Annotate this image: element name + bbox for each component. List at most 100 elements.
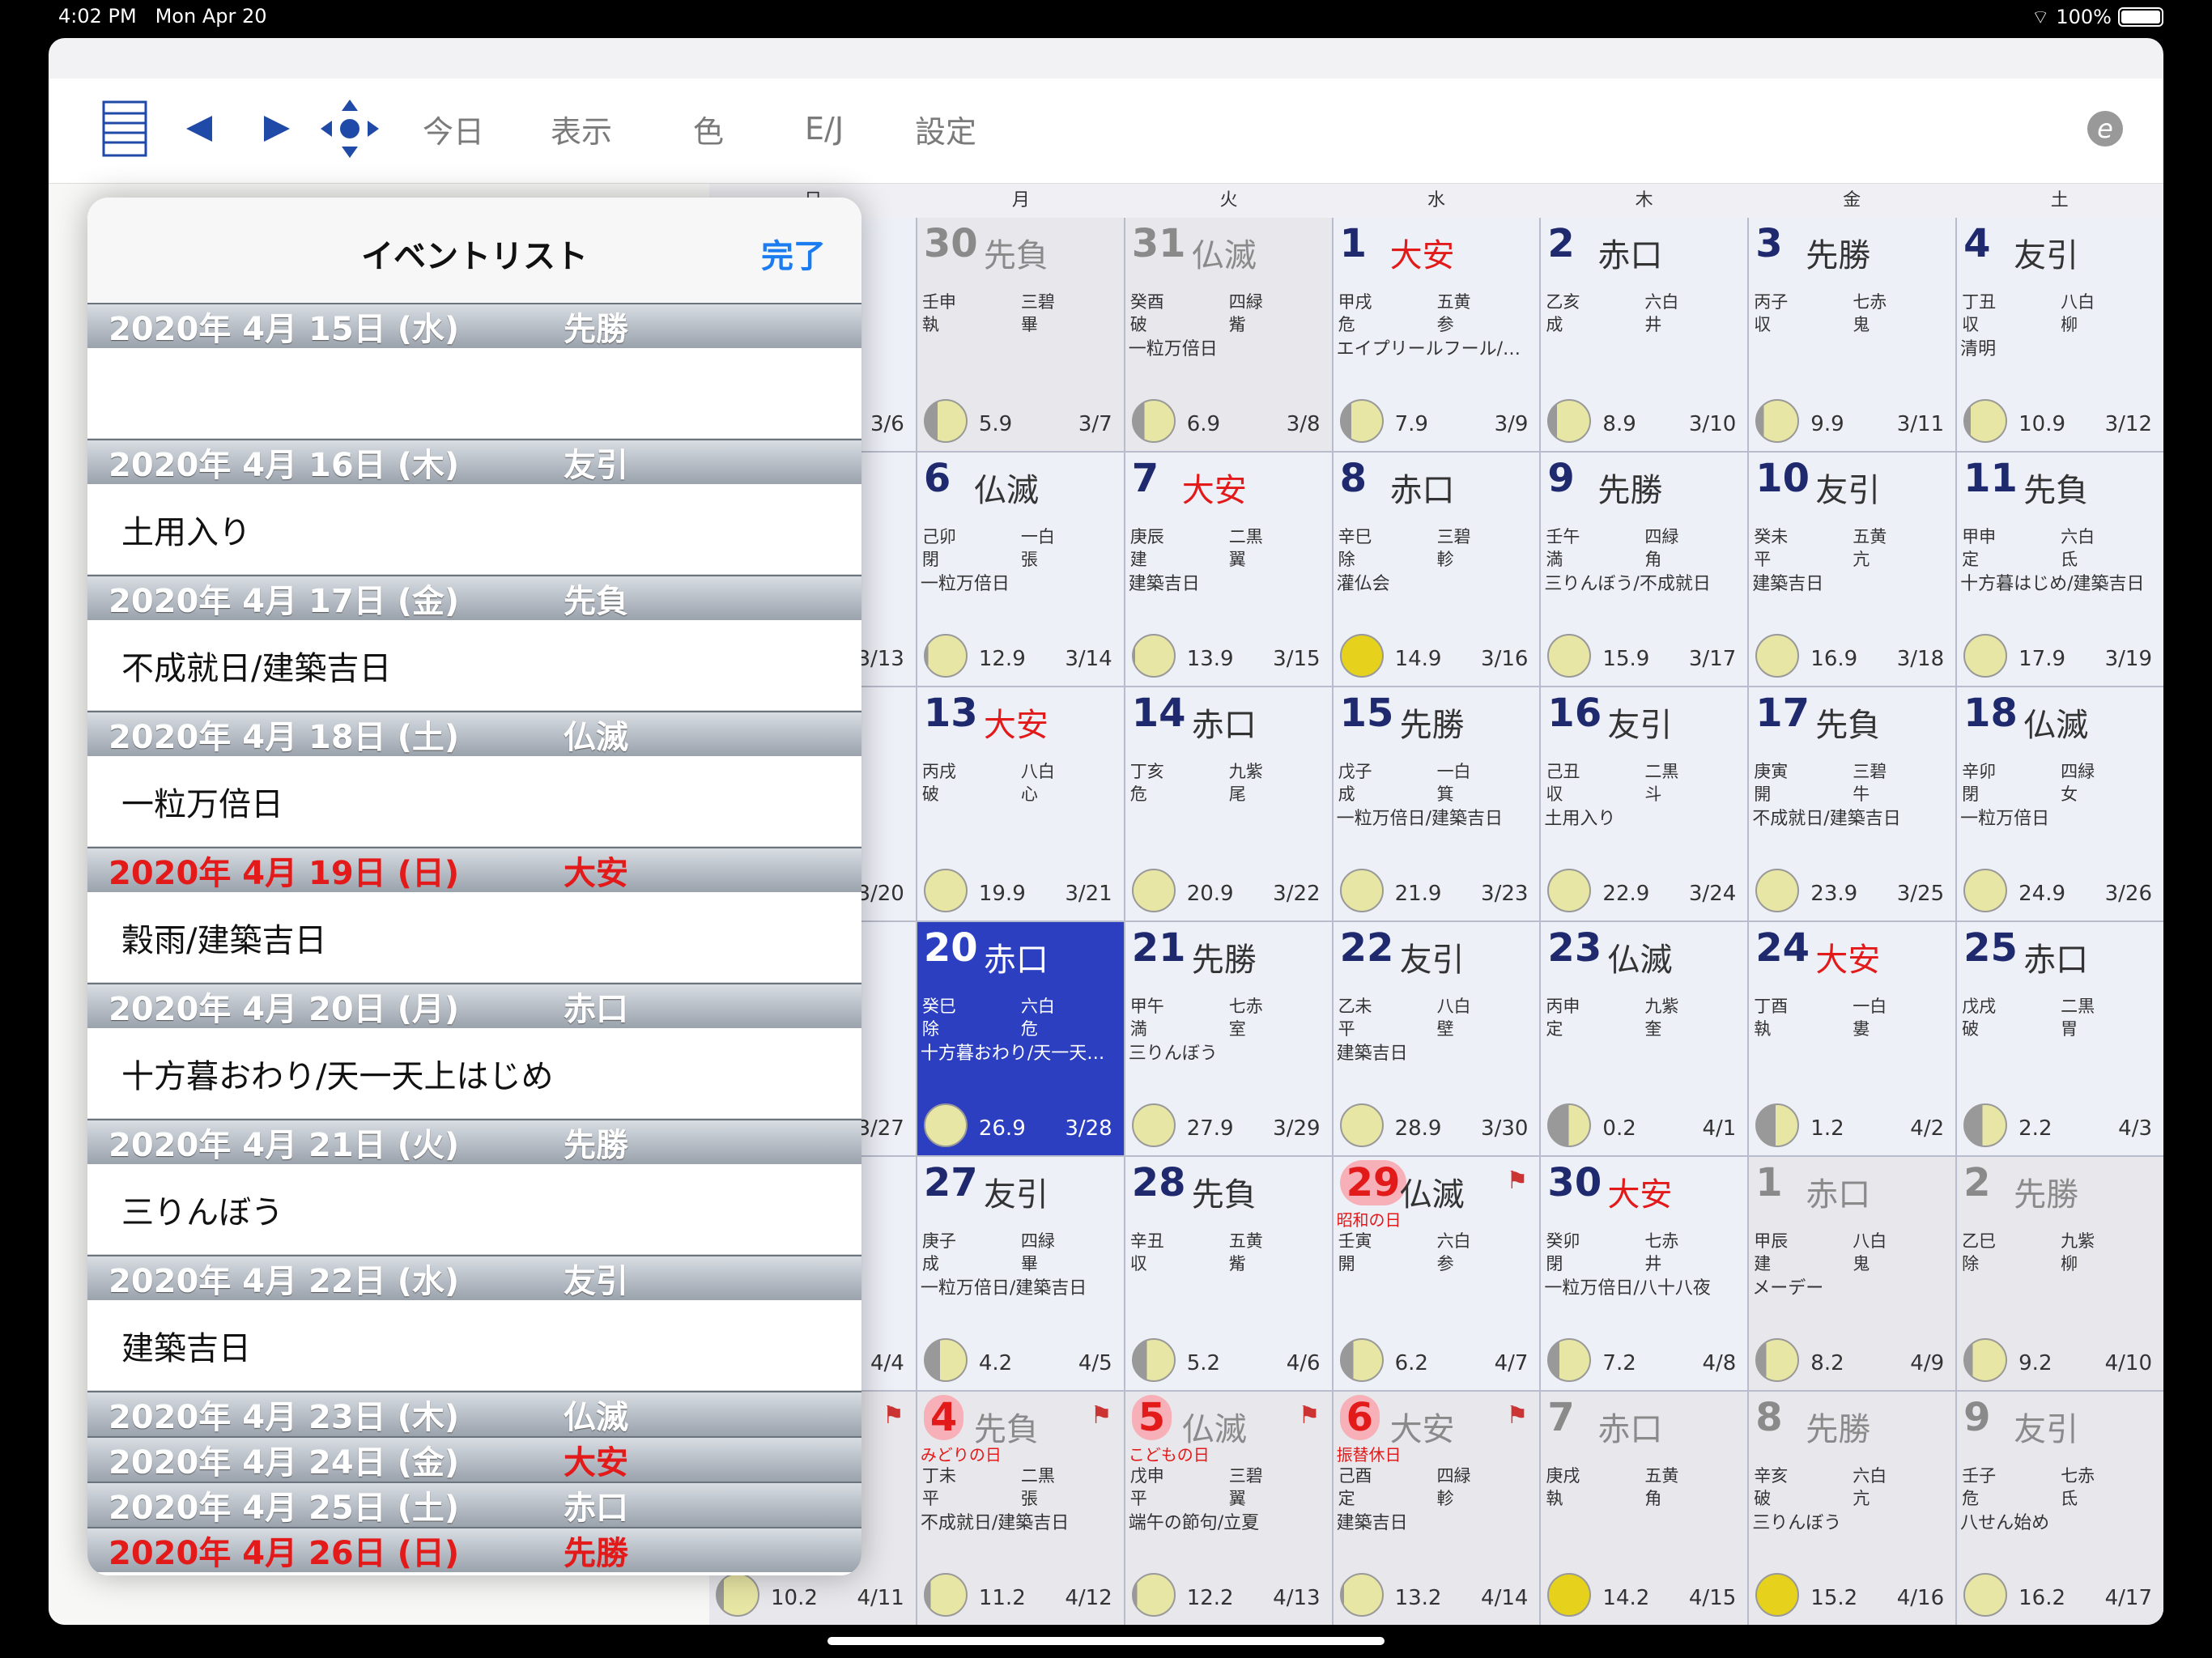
triangle-right-icon (264, 116, 290, 142)
calendar-day-cell[interactable]: 2 赤口 乙亥 六白成 井 8.9 3/10 (1541, 218, 1748, 451)
calendar-day-cell[interactable]: 23 仏滅 丙申 九紫定 奎 0.2 4/1 (1541, 922, 1748, 1155)
calendar-day-cell[interactable]: 21 先勝 甲午 七赤満 室三りんぼう 27.9 3/29 (1125, 922, 1332, 1155)
flag-icon: ⚑ (1298, 1401, 1321, 1430)
calendar-day-cell[interactable]: 1 赤口 甲辰 八白建 鬼メーデー 8.2 4/9 (1749, 1157, 1956, 1390)
calendar-day-cell[interactable]: 3 先勝 丙子 七赤収 鬼 9.9 3/11 (1749, 218, 1956, 451)
kanshi-label: 四緑 (1436, 1466, 1471, 1486)
calendar-day-cell[interactable]: 4 先負 みどりの日 ⚑ 丁未 二黒平張不成就日/建築吉日 11.2 4/12 (917, 1392, 1124, 1625)
calendar-day-cell[interactable]: 30 先負 壬申 三碧執 畢 5.9 3/7 (917, 218, 1124, 451)
header-date: 2020年 4月 17日 (金) (108, 583, 460, 620)
calendar-day-cell[interactable]: 6 仏滅 己卯 一白閉 張一粒万倍日 12.9 3/14 (917, 453, 1124, 686)
kanshi-label: 胃 (2061, 1019, 2078, 1039)
kanshi-label: 丙申 (1546, 997, 1580, 1016)
day-number: 2 (1547, 221, 1575, 266)
calendar-day-cell[interactable]: 17 先負 庚寅 三碧開 牛不成就日/建築吉日 23.9 3/25 (1749, 687, 1956, 920)
next-button[interactable] (261, 101, 293, 156)
calendar-day-cell[interactable]: 9 友引 壬子 七赤危 氐八せん始め 16.2 4/17 (1957, 1392, 2163, 1625)
day-number: 1 (1755, 1160, 1783, 1205)
calendar-day-cell[interactable]: 8 赤口 辛巳 三碧除 軫灌仏会 14.9 3/16 (1333, 453, 1540, 686)
status-right: ⌔ 100% (2031, 5, 2163, 29)
event-row[interactable]: 不成就日/建築吉日 (87, 620, 861, 711)
kanshi-label: 奎 (1644, 1019, 1662, 1039)
moon-phase-icon (1339, 1103, 1384, 1147)
flag-icon: ⚑ (1090, 1401, 1112, 1430)
kanshi-label: 建 (1129, 550, 1147, 569)
kanshi-label: 参 (1436, 315, 1454, 334)
calendar-day-cell[interactable]: 4 友引 丁丑 八白収 柳清明 10.9 3/12 (1957, 218, 2163, 451)
lunar-date: 3/15 (1273, 647, 1321, 671)
calendar-day-cell[interactable]: 2 先勝 乙巳 九紫除 柳 9.2 4/10 (1957, 1157, 2163, 1390)
calendar-day-cell[interactable]: 24 大安 丁酉 一白執 婁 1.2 4/2 (1749, 922, 1956, 1155)
event-row[interactable]: 三りんぼう (87, 1164, 861, 1255)
moon-phase-icon (1755, 1103, 1800, 1147)
settings-button[interactable]: 設定 (915, 101, 976, 156)
moon-phase-icon (1339, 634, 1384, 678)
event-date-header: 2020年 4月 15日 (水) 先勝 (87, 303, 861, 348)
event-summary: 十方暮おわり/天一天… (920, 1044, 1105, 1064)
today-button[interactable]: 今日 (423, 101, 484, 156)
list-menu-button[interactable] (102, 100, 147, 157)
calendar-day-cell[interactable]: 20 赤口 癸巳 六白除 危十方暮おわり/天一天… 26.9 3/28 (917, 922, 1124, 1155)
header-rokuyo: 仏滅 (564, 1399, 628, 1436)
done-button[interactable]: 完了 (761, 230, 826, 277)
moon-phase-icon (1131, 1338, 1176, 1382)
kanshi-label: 除 (921, 1019, 939, 1039)
header-date: 2020年 4月 21日 (火) (108, 1127, 460, 1164)
info-button[interactable]: e (2087, 101, 2123, 156)
toolbar: 今日 表示 色 E/J 設定 e (49, 79, 2163, 184)
view-button[interactable]: 表示 (551, 101, 612, 156)
color-button[interactable]: 色 (693, 101, 724, 156)
calendar-day-cell[interactable]: 25 赤口 戊戌 二黒破 胃 2.2 4/3 (1957, 922, 2163, 1155)
kanshi-label: 一白 (1436, 762, 1471, 781)
calendar-day-cell[interactable]: 28 先負 辛丑 五黄収 觜 5.2 4/6 (1125, 1157, 1332, 1390)
calendar-day-cell[interactable]: 15 先勝 戊子 一白成 箕一粒万倍日/建築吉日 21.9 3/23 (1333, 687, 1540, 920)
event-row[interactable] (87, 348, 861, 439)
event-row[interactable]: 穀雨/建築吉日 (87, 892, 861, 983)
calendar-day-cell[interactable]: 31 仏滅 癸酉 四緑破 觜一粒万倍日 6.9 3/8 (1125, 218, 1332, 451)
kanshi-label: 張 (1020, 1489, 1038, 1508)
moon-age: 7.2 (1602, 1351, 1636, 1375)
event-row[interactable]: 一粒万倍日 (87, 756, 861, 847)
moon-age: 5.9 (978, 412, 1013, 436)
kanshi-label: 執 (1546, 1489, 1563, 1508)
lunar-date: 4/15 (1688, 1586, 1737, 1610)
calendar-day-cell[interactable]: 30 大安 癸卯 七赤閉 井一粒万倍日/八十八夜 7.2 4/8 (1541, 1157, 1748, 1390)
calendar-day-cell[interactable]: 8 先勝 辛亥 六白破 亢三りんぼう 15.2 4/16 (1749, 1392, 1956, 1625)
calendar-day-cell[interactable]: 18 仏滅 辛卯 四緑閉 女一粒万倍日 24.9 3/26 (1957, 687, 2163, 920)
event-list[interactable]: 2020年 4月 15日 (水) 先勝 2020年 4月 16日 (木) 友引 土用入り… (87, 303, 861, 1575)
ej-button[interactable]: E/J (805, 101, 844, 156)
calendar-day-cell[interactable]: 5 仏滅 こどもの日 ⚑ 戊申 三碧平翼端午の節句/立夏 12.2 4/13 (1125, 1392, 1332, 1625)
day-number: 8 (1755, 1395, 1783, 1440)
calendar-day-cell[interactable]: 11 先負 甲申 六白定 氐十方暮はじめ/建築吉日 17.9 3/19 (1957, 453, 2163, 686)
kanshi-label: 一白 (1020, 527, 1055, 546)
day-number: 14 (1131, 691, 1186, 736)
calendar-day-cell[interactable]: 1 大安 甲戌 五黄危 参エイプリールフール/… 7.9 3/9 (1333, 218, 1540, 451)
event-row[interactable]: 建築吉日 (87, 1300, 861, 1391)
event-row[interactable]: 十方暮おわり/天一天上はじめ (87, 1028, 861, 1119)
calendar-day-cell[interactable]: 7 赤口 庚戌 五黄執 角 14.2 4/15 (1541, 1392, 1748, 1625)
event-summary: 建築吉日 (1752, 574, 1824, 594)
kanshi-label: 乙巳 (1962, 1231, 1997, 1251)
calendar-day-cell[interactable]: 22 友引 乙未 八白平 壁建築吉日 28.9 3/30 (1333, 922, 1540, 1155)
day-number: 3 (1755, 221, 1783, 266)
popover-title: イベントリスト (361, 238, 588, 275)
kanshi-label: 柳 (2061, 1254, 2078, 1273)
calendar-day-cell[interactable]: 13 大安 丙戌 八白破 心 19.9 3/21 (917, 687, 1124, 920)
navigate-button[interactable] (319, 100, 381, 158)
calendar-day-cell[interactable]: 7 大安 庚辰 二黒建 翼建築吉日 13.9 3/15 (1125, 453, 1332, 686)
calendar-day-cell[interactable]: 9 先勝 壬午 四緑満 角三りんぼう/不成就日 15.9 3/17 (1541, 453, 1748, 686)
calendar-day-cell[interactable]: 6 大安 振替休日 ⚑ 己酉 四緑定軫建築吉日 13.2 4/14 (1333, 1392, 1540, 1625)
calendar-day-cell[interactable]: 29 仏滅 昭和の日 ⚑ 壬寅 六白開 参 6.2 4/7 (1333, 1157, 1540, 1390)
calendar-day-cell[interactable]: 16 友引 己丑 二黒収 斗土用入り 22.9 3/24 (1541, 687, 1748, 920)
moon-age: 24.9 (2018, 882, 2066, 906)
calendar-day-cell[interactable]: 27 友引 庚子 四緑成 畢一粒万倍日/建築吉日 4.2 4/5 (917, 1157, 1124, 1390)
calendar-grid: 3/6 30 先負 壬申 三碧執畢 5.9 3/7 31 仏滅 癸酉 四緑破觜一粒万倍日 6.9 3/8… (709, 218, 2163, 1625)
rokuyo-label: 先勝 (1399, 707, 1465, 744)
calendar-day-cell[interactable]: 10 友引 癸未 五黄平 亢建築吉日 16.9 3/18 (1749, 453, 1956, 686)
kanshi-label: 満 (1546, 550, 1563, 569)
prev-button[interactable] (183, 101, 215, 156)
calendar-day-cell[interactable]: 14 赤口 丁亥 九紫危 尾 20.9 3/22 (1125, 687, 1332, 920)
event-row[interactable]: 土用入り (87, 484, 861, 575)
moon-age: 12.2 (1186, 1586, 1234, 1610)
lunar-date: 3/8 (1286, 412, 1321, 436)
